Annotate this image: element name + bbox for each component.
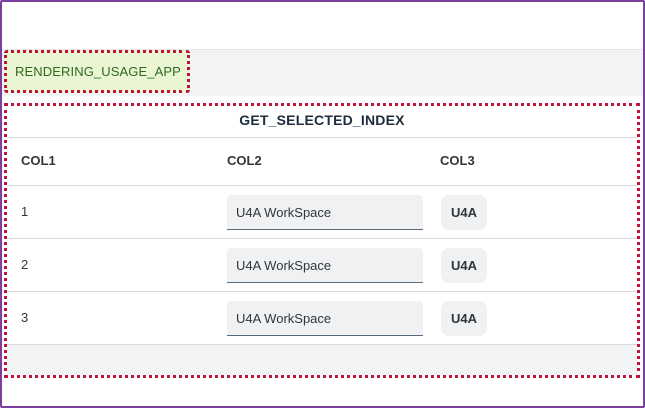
- app-frame: RENDERING_USAGE_APP GET_SELECTED_INDEX C…: [0, 0, 645, 408]
- row-index: 3: [21, 310, 29, 325]
- table-row[interactable]: 3 U4A: [7, 292, 637, 345]
- app-name-tag: RENDERING_USAGE_APP: [4, 50, 190, 93]
- app-header-bar: RENDERING_USAGE_APP: [2, 49, 643, 96]
- table-row[interactable]: 1 U4A: [7, 186, 637, 239]
- table-header: COL1 COL2 COL3: [7, 138, 637, 186]
- table-row[interactable]: 2 U4A: [7, 239, 637, 292]
- table-footer: [7, 345, 637, 375]
- u4a-button[interactable]: U4A: [441, 195, 487, 230]
- app-name: RENDERING_USAGE_APP: [15, 64, 181, 79]
- workspace-input[interactable]: [227, 301, 423, 336]
- workspace-input[interactable]: [227, 195, 423, 230]
- row-index: 2: [21, 257, 29, 272]
- u4a-button[interactable]: U4A: [441, 301, 487, 336]
- u4a-button[interactable]: U4A: [441, 248, 487, 283]
- table-panel: GET_SELECTED_INDEX COL1 COL2 COL3 1 U4A …: [4, 103, 640, 378]
- workspace-input[interactable]: [227, 248, 423, 283]
- top-area: [2, 2, 643, 49]
- row-index: 1: [21, 204, 29, 219]
- column-header-col1: COL1: [21, 153, 56, 168]
- column-header-col3: COL3: [440, 153, 475, 168]
- column-header-col2: COL2: [227, 153, 262, 168]
- table-title: GET_SELECTED_INDEX: [7, 106, 637, 138]
